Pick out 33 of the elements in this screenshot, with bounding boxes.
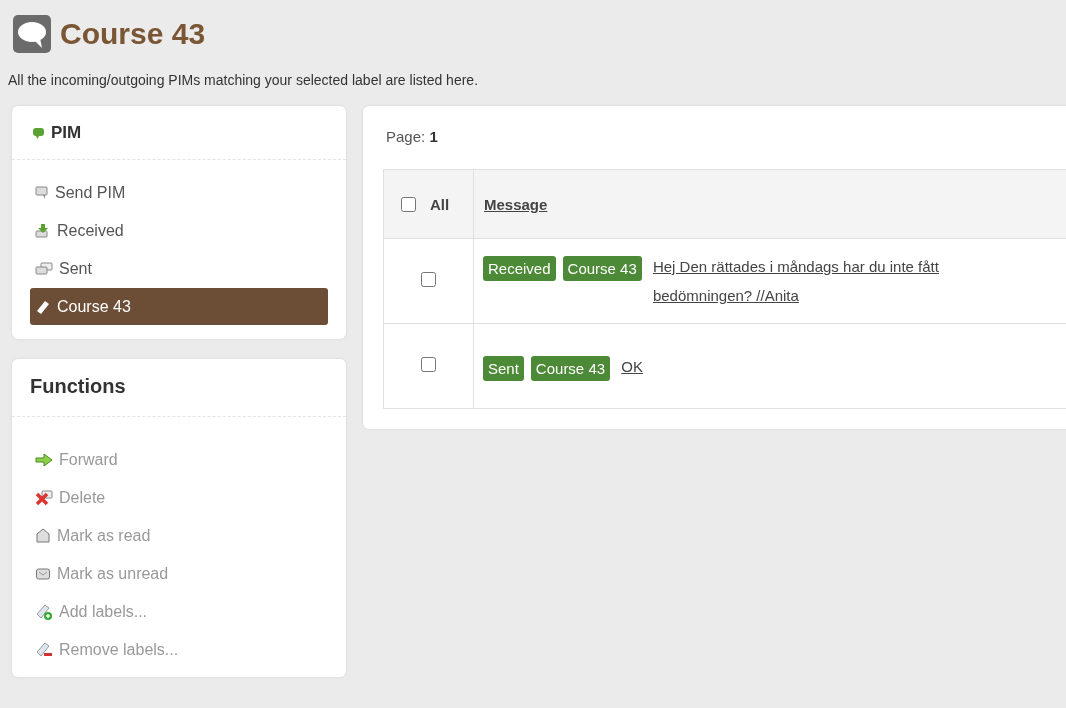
label-tag: Course 43 [562,256,642,281]
page-number: 1 [429,128,438,145]
open-envelope-icon [35,528,51,544]
column-sort-header[interactable]: Message [484,195,548,213]
page-description: All the incoming/outgoing PIMs matching your selected label are listed here. [8,72,480,88]
speech-bubble-icon [12,14,52,54]
page-label: Page: [386,128,426,145]
label-tag: Course 43 [530,355,611,381]
right-arrow-icon [35,453,53,467]
delete-icon [35,490,53,506]
select-all-checkbox[interactable] [401,196,416,212]
label-tag: Sent [483,355,524,381]
page-title: Course 43 [60,17,206,51]
nav-item[interactable]: Course 43 [30,288,328,325]
panel-title: PIM [51,123,82,143]
row-checkbox[interactable] [421,272,436,287]
envelope-icon [35,567,51,581]
speech-bubble-icon [32,126,45,140]
down-arrow-icon [35,223,51,239]
tag-minus-icon [35,641,53,659]
panel-title: Functions [30,375,126,398]
speech-bubbles-icon [35,262,53,276]
message-link[interactable]: Hej Den rättades i måndags har du inte fått bedömningen? //Anita [652,252,983,310]
nav-item[interactable]: Send PIM [30,174,328,212]
column-header: All [430,195,450,213]
label-tag: Received [483,256,556,281]
row-checkbox[interactable] [421,357,436,372]
nav-item[interactable]: Received [30,212,328,250]
tag-icon [35,298,51,315]
speech-bubble-icon [35,186,49,200]
tag-plus-icon [35,603,53,621]
message-link[interactable]: OK [621,351,643,381]
nav-item[interactable]: Sent [30,250,328,288]
